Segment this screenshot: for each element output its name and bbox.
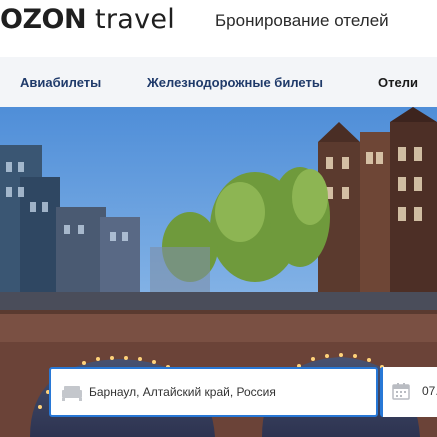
logo-brand: OZON [0, 4, 87, 35]
header: OZON travel Бронирование отелей [0, 0, 437, 42]
destination-input[interactable] [89, 371, 369, 413]
nav-item-flights[interactable]: Авиабилеты [20, 75, 101, 90]
checkin-date-value: 07. [422, 384, 437, 398]
nav-item-hotels[interactable]: Отели [378, 75, 418, 90]
bed-icon [60, 382, 84, 402]
page-title: Бронирование отелей [215, 11, 389, 30]
ozon-travel-logo[interactable]: OZON travel [0, 4, 175, 36]
calendar-icon [392, 382, 410, 400]
checkin-date-field[interactable]: 07. [380, 367, 437, 417]
nav-item-trains[interactable]: Железнодорожные билеты [147, 75, 323, 90]
main-nav: Авиабилеты Железнодорожные билеты Отели [0, 57, 437, 107]
hero-banner: 07. [0, 107, 437, 437]
destination-search-field[interactable] [49, 367, 378, 417]
logo-sub: travel [86, 4, 176, 35]
